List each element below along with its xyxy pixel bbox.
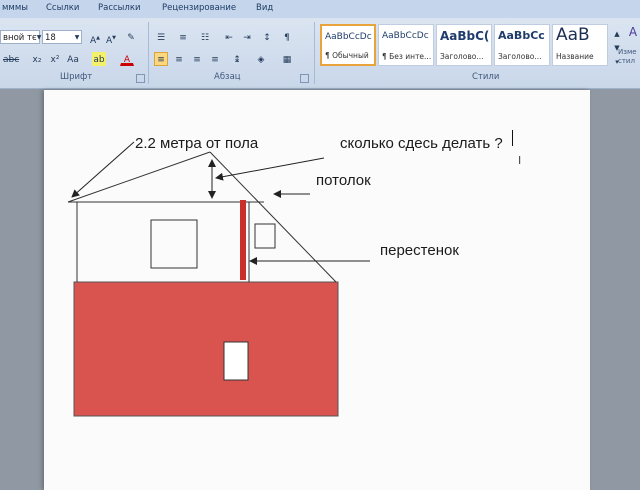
- subscript-icon[interactable]: x₂: [30, 52, 44, 66]
- ground-floor-block: [73, 281, 339, 417]
- arrow-to-eave: [71, 141, 135, 198]
- change-styles-icon[interactable]: A: [626, 24, 640, 39]
- paragraph-group-label: Абзац: [214, 72, 241, 82]
- style-preview: AaBbCc: [498, 29, 545, 42]
- strikethrough-icon[interactable]: abc: [2, 52, 19, 66]
- align-right-icon[interactable]: ≡: [190, 52, 204, 66]
- ceiling-label: потолок: [316, 172, 371, 189]
- multilevel-list-icon[interactable]: ☷: [198, 30, 212, 44]
- change-styles-label[interactable]: Изме стил: [618, 48, 640, 66]
- paragraph-dialog-launcher-icon[interactable]: [300, 74, 309, 83]
- attic-window-large: [150, 219, 198, 269]
- justify-icon[interactable]: ≡: [208, 52, 222, 66]
- style-no-spacing[interactable]: AaBbCcDc ¶ Без инте...: [378, 24, 434, 66]
- tab-review[interactable]: Рецензирование: [162, 3, 236, 13]
- text-caret: [512, 130, 513, 146]
- tab-home[interactable]: мммы: [2, 3, 28, 13]
- style-preview: AaBbCcDc: [382, 31, 429, 41]
- styles-group-label: Стили: [472, 72, 500, 82]
- bullets-icon[interactable]: ☰: [154, 30, 168, 44]
- styles-scroll-up-icon[interactable]: ▲: [610, 26, 624, 40]
- style-preview: AaBbCcDc: [325, 32, 372, 42]
- group-separator: [148, 22, 149, 84]
- ribbon-tabs: мммы Ссылки Рассылки Рецензирование Вид: [0, 0, 640, 18]
- style-title[interactable]: AaB Название: [552, 24, 608, 66]
- group-separator: [314, 22, 315, 84]
- style-name: Заголово...: [498, 52, 542, 61]
- align-center-icon[interactable]: ≡: [172, 52, 186, 66]
- numbering-icon[interactable]: ≡: [176, 30, 190, 44]
- style-name: ¶ Без инте...: [382, 52, 431, 61]
- tab-mailings[interactable]: Рассылки: [98, 3, 140, 13]
- style-name: Заголово...: [440, 52, 484, 61]
- decrease-indent-icon[interactable]: ⇤: [222, 30, 236, 44]
- change-case-icon[interactable]: Aa: [66, 52, 80, 66]
- lower-window: [223, 341, 249, 381]
- ribbon: мммы Ссылки Рассылки Рецензирование Вид …: [0, 0, 640, 89]
- style-normal[interactable]: AaBbCcDc ¶ Обычный: [320, 24, 376, 66]
- font-group-label: Шрифт: [60, 72, 93, 82]
- attic-window-small: [254, 223, 276, 249]
- question-text: сколько сдесь делать ?: [340, 135, 503, 152]
- grow-font-icon[interactable]: A▲: [88, 30, 102, 46]
- height-note: 2.2 метра от пола: [135, 135, 259, 152]
- tab-references[interactable]: Ссылки: [46, 3, 79, 13]
- font-color-icon[interactable]: A: [120, 52, 134, 66]
- style-preview: AaBbC(: [440, 29, 489, 43]
- clear-format-icon[interactable]: ✎: [124, 30, 138, 44]
- increase-indent-icon[interactable]: ⇥: [240, 30, 254, 44]
- font-size-dropdown-icon[interactable]: ▼: [70, 30, 84, 44]
- shrink-font-icon[interactable]: A▼: [104, 30, 118, 46]
- arrow-to-roof: [215, 157, 325, 181]
- font-dialog-launcher-icon[interactable]: [136, 74, 145, 83]
- document-page[interactable]: 2.2 метра от пола сколько сдесь делать ?…: [44, 90, 590, 490]
- style-heading-1[interactable]: AaBbC( Заголово...: [436, 24, 492, 66]
- highlight-icon[interactable]: ab: [92, 52, 106, 66]
- align-left-icon[interactable]: ≡: [154, 52, 168, 66]
- style-name: Название: [556, 52, 594, 61]
- ibeam-cursor-icon: I: [518, 154, 522, 167]
- style-name: ¶ Обычный: [325, 51, 369, 60]
- show-marks-icon[interactable]: ¶: [280, 30, 294, 44]
- partition-wall: [240, 200, 246, 280]
- line-spacing-icon[interactable]: ↨: [230, 52, 244, 66]
- style-heading-2[interactable]: AaBbCc Заголово...: [494, 24, 550, 66]
- house-drawing: 2.2 метра от пола сколько сдесь делать ?…: [67, 135, 503, 417]
- superscript-icon[interactable]: x²: [48, 52, 62, 66]
- shading-icon[interactable]: ◈: [254, 52, 268, 66]
- borders-icon[interactable]: ▦: [280, 52, 294, 66]
- style-preview: AaB: [556, 25, 590, 45]
- roof-left-slope: [67, 151, 211, 203]
- sort-icon[interactable]: ↕: [260, 30, 274, 44]
- tab-view[interactable]: Вид: [256, 3, 273, 13]
- partition-label: перестенок: [380, 242, 459, 259]
